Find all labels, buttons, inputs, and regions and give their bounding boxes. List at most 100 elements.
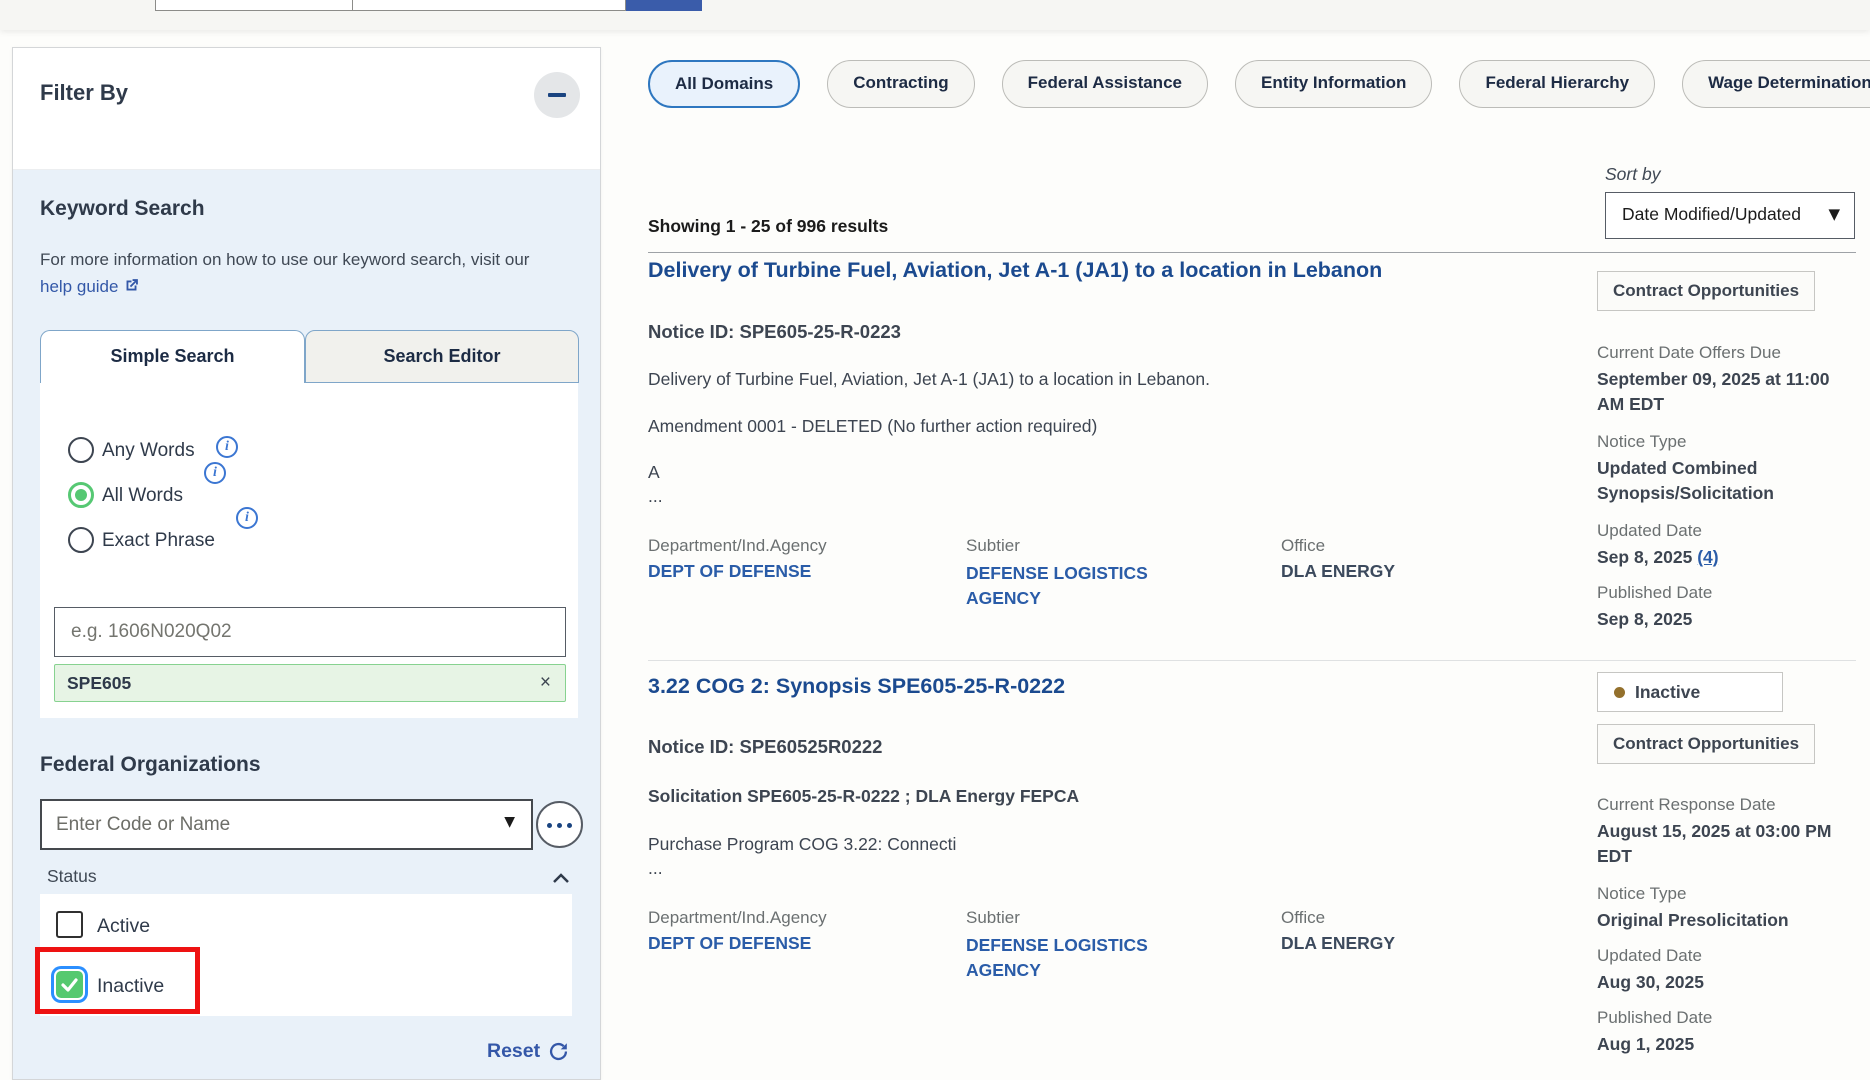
radio-exact-phrase-label[interactable]: Exact Phrase: [102, 530, 215, 552]
meta-label: Updated Date: [1597, 946, 1842, 966]
office-label: Office: [1281, 536, 1325, 556]
filter-panel-header: [13, 48, 600, 170]
meta-label: Current Date Offers Due: [1597, 343, 1842, 363]
results-header-divider: [648, 252, 1856, 253]
help-guide-link[interactable]: help guide: [40, 277, 140, 296]
checkbox-active-label[interactable]: Active: [97, 915, 150, 938]
chip-remove-icon[interactable]: ×: [540, 672, 551, 694]
federal-organizations-input[interactable]: [42, 801, 482, 848]
radio-selected-dot: [75, 489, 87, 501]
meta-value: Sep 8, 2025: [1597, 607, 1835, 632]
domain-tab-federal-assistance[interactable]: Federal Assistance: [1002, 60, 1208, 108]
results-count: Showing 1 - 25 of 996 results: [648, 216, 888, 237]
office-value: DLA ENERGY: [1281, 933, 1395, 954]
checkbox-inactive[interactable]: [56, 971, 83, 998]
result-ellipsis: ...: [648, 486, 663, 507]
subtier-link[interactable]: DEFENSE LOGISTICS AGENCY: [966, 933, 1171, 983]
meta-value: Original Presolicitation: [1597, 908, 1835, 933]
info-icon[interactable]: i: [204, 462, 226, 484]
meta-label: Notice Type: [1597, 432, 1842, 452]
domain-tab-all-domains[interactable]: All Domains: [648, 60, 800, 108]
meta-label: Updated Date: [1597, 521, 1842, 541]
federal-organizations-combo[interactable]: ▼: [40, 799, 533, 850]
applied-keyword-chip: SPE605 ×: [54, 664, 566, 702]
checkbox-inactive-label[interactable]: Inactive: [97, 975, 164, 998]
info-icon[interactable]: i: [216, 436, 238, 458]
keyword-input[interactable]: [54, 607, 566, 657]
help-text: For more information on how to use our k…: [40, 250, 529, 269]
department-label: Department/Ind.Agency: [648, 536, 827, 556]
meta-label: Notice Type: [1597, 884, 1842, 904]
domain-badge-contract-opportunities: Contract Opportunities: [1597, 271, 1815, 311]
result-ellipsis: ...: [648, 858, 663, 879]
filter-panel-title: Filter By: [40, 80, 128, 106]
subtier-link[interactable]: DEFENSE LOGISTICS AGENCY: [966, 561, 1171, 611]
reset-button[interactable]: Reset: [487, 1040, 569, 1063]
updated-count-link[interactable]: (4): [1697, 547, 1718, 567]
meta-value: Sep 8, 2025 (4): [1597, 545, 1835, 570]
keyword-help-text: For more information on how to use our k…: [40, 246, 565, 302]
domain-tab-federal-hierarchy[interactable]: Federal Hierarchy: [1459, 60, 1655, 108]
domain-tab-entity-information[interactable]: Entity Information: [1235, 60, 1432, 108]
global-search-divider: [352, 0, 353, 11]
info-icon[interactable]: i: [236, 507, 258, 529]
domain-tabs: All Domains Contracting Federal Assistan…: [648, 60, 1870, 108]
radio-any-words-label[interactable]: Any Words: [102, 440, 195, 462]
checkbox-active[interactable]: [56, 911, 83, 938]
tab-simple-search[interactable]: Simple Search: [40, 330, 305, 383]
result-title-link[interactable]: 3.22 COG 2: Synopsis SPE605-25-R-0222: [648, 674, 1658, 699]
result-description: Amendment 0001 - DELETED (No further act…: [648, 416, 1097, 437]
radio-any-words[interactable]: [68, 437, 94, 463]
federal-organizations-heading: Federal Organizations: [40, 753, 261, 777]
radio-all-words-label[interactable]: All Words: [102, 485, 183, 507]
result-description: Delivery of Turbine Fuel, Aviation, Jet …: [648, 369, 1210, 390]
check-icon: [56, 971, 83, 998]
subtier-label: Subtier: [966, 908, 1020, 928]
more-options-button[interactable]: [536, 801, 583, 848]
department-label: Department/Ind.Agency: [648, 908, 827, 928]
inactive-dot-icon: [1614, 687, 1625, 698]
department-link[interactable]: DEPT OF DEFENSE: [648, 933, 811, 954]
domain-tab-wage-determinations[interactable]: Wage Determinations: [1682, 60, 1870, 108]
chip-text: SPE605: [67, 673, 131, 694]
keyword-search-heading: Keyword Search: [40, 197, 205, 221]
result-description: A: [648, 462, 660, 483]
subtier-label: Subtier: [966, 536, 1020, 556]
ellipsis-icon: [545, 817, 575, 832]
office-label: Office: [1281, 908, 1325, 928]
meta-value: Updated Combined Synopsis/Solicitation: [1597, 456, 1835, 506]
domain-badge-contract-opportunities: Contract Opportunities: [1597, 724, 1815, 764]
minus-icon: [548, 93, 566, 97]
sort-select[interactable]: Date Modified/Updated ▼: [1605, 192, 1855, 239]
refresh-icon: [548, 1041, 569, 1062]
department-link[interactable]: DEPT OF DEFENSE: [648, 561, 811, 582]
collapse-filter-button[interactable]: [534, 72, 580, 118]
inactive-status-badge: Inactive: [1597, 672, 1783, 712]
meta-value: Aug 30, 2025: [1597, 970, 1835, 995]
result-description: Purchase Program COG 3.22: Connecti: [648, 834, 956, 855]
result-notice-id: Notice ID: SPE605-25-R-0223: [648, 321, 901, 343]
chevron-up-icon[interactable]: [552, 872, 570, 884]
radio-exact-phrase[interactable]: [68, 527, 94, 553]
result-solicitation: Solicitation SPE605-25-R-0222 ; DLA Ener…: [648, 786, 1079, 807]
radio-all-words[interactable]: [68, 482, 94, 508]
meta-label: Published Date: [1597, 1008, 1842, 1028]
external-link-icon: [123, 275, 140, 302]
result-notice-id: Notice ID: SPE60525R0222: [648, 736, 882, 758]
page: Filter By Keyword Search For more inform…: [0, 0, 1870, 1080]
meta-value: September 09, 2025 at 11:00 AM EDT: [1597, 367, 1835, 417]
office-value: DLA ENERGY: [1281, 561, 1395, 582]
global-search-input[interactable]: [155, 0, 626, 11]
global-search-button[interactable]: [626, 0, 702, 11]
meta-label: Current Response Date: [1597, 795, 1842, 815]
caret-down-icon: ▼: [1828, 205, 1840, 223]
meta-label: Published Date: [1597, 583, 1842, 603]
sort-selected-value: Date Modified/Updated: [1622, 204, 1801, 225]
result-title-link[interactable]: Delivery of Turbine Fuel, Aviation, Jet …: [648, 258, 1658, 283]
meta-value: August 15, 2025 at 03:00 PM EDT: [1597, 819, 1835, 869]
meta-value: Aug 1, 2025: [1597, 1032, 1835, 1057]
status-heading: Status: [47, 866, 97, 887]
domain-tab-contracting[interactable]: Contracting: [827, 60, 974, 108]
caret-down-icon[interactable]: ▼: [504, 814, 515, 830]
tab-search-editor[interactable]: Search Editor: [305, 330, 579, 383]
